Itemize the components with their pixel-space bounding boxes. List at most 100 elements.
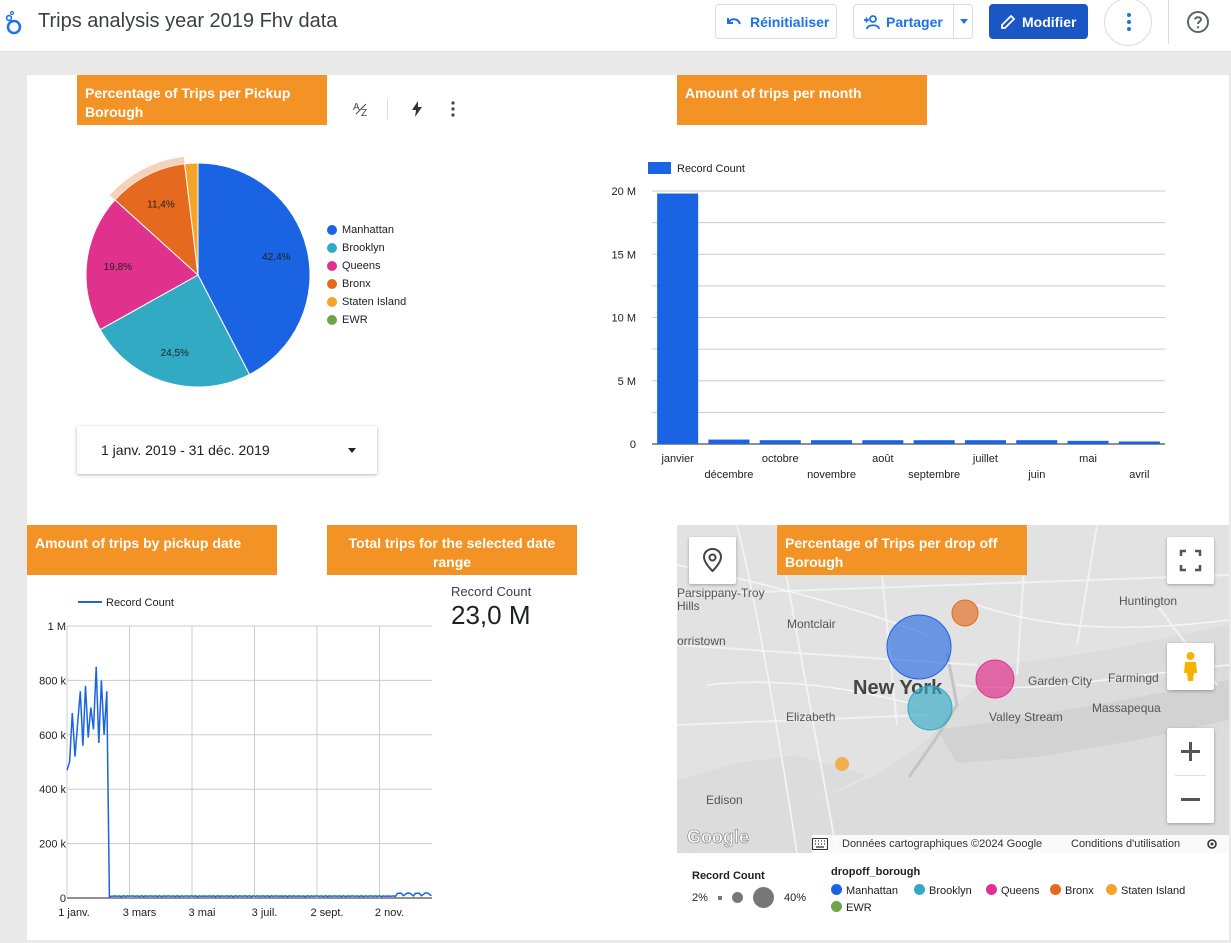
share-button-label: Partager bbox=[886, 13, 943, 30]
size-dot-large bbox=[753, 887, 774, 908]
map-terms-link[interactable]: Conditions d'utilisation bbox=[1071, 838, 1180, 850]
legend-label: EWR bbox=[846, 902, 872, 914]
legend-label: Queens bbox=[342, 260, 381, 272]
more-vert-icon bbox=[1127, 13, 1131, 31]
scorecard-title-text: Total trips for the selected date range bbox=[348, 535, 556, 570]
pie-label-manhattan: 42,4% bbox=[262, 252, 290, 263]
edit-button-label: Modifier bbox=[1022, 13, 1077, 30]
legend-label: Brooklyn bbox=[342, 242, 385, 254]
bar-x-tick: décembre bbox=[704, 469, 753, 481]
line-x-tick: 3 mars bbox=[123, 907, 157, 919]
line-x-tick: 2 sept. bbox=[310, 907, 343, 919]
legend-color-dot bbox=[986, 884, 997, 895]
legend-label: Staten Island bbox=[1121, 885, 1186, 897]
bar-juillet[interactable] bbox=[964, 440, 1006, 444]
line-x-tick: 1 janv. bbox=[58, 907, 90, 919]
legend-color-dot bbox=[914, 884, 925, 895]
pie-legend-item: EWR bbox=[327, 314, 427, 328]
bolt-icon[interactable] bbox=[407, 99, 427, 119]
edit-button[interactable]: Modifier bbox=[989, 4, 1088, 39]
fullscreen-icon bbox=[1179, 549, 1202, 572]
bar-octobre[interactable] bbox=[759, 440, 801, 444]
line-y-tick: 200 k bbox=[39, 839, 66, 851]
legend-label: Brooklyn bbox=[929, 885, 972, 897]
report-title: Trips analysis year 2019 Fhv data bbox=[38, 10, 338, 32]
reset-button[interactable]: Réinitialiser bbox=[715, 4, 837, 39]
chevron-down-icon bbox=[348, 448, 356, 453]
chart-more-vert-icon[interactable] bbox=[443, 99, 463, 119]
add-person-icon bbox=[864, 15, 880, 30]
map-color-legend-item: Manhattan bbox=[831, 884, 898, 897]
scorecard-label: Record Count bbox=[451, 584, 532, 599]
pie-legend-item: Staten Island bbox=[327, 296, 427, 310]
pie-label-queens: 19,8% bbox=[104, 262, 132, 273]
bar-x-tick: mai bbox=[1079, 453, 1097, 465]
dropoff-map-title: Percentage of Trips per drop off Borough bbox=[777, 525, 1027, 575]
bar-avril[interactable] bbox=[1118, 441, 1160, 444]
legend-label: Bronx bbox=[1065, 885, 1094, 897]
zoom-out-icon[interactable] bbox=[1167, 776, 1214, 823]
size-legend: Record Count 2% 40% bbox=[692, 870, 822, 910]
legend-label: EWR bbox=[342, 314, 368, 326]
keyboard-icon[interactable] bbox=[812, 838, 828, 850]
legend-color-dot bbox=[327, 315, 337, 325]
bubble-queens bbox=[975, 659, 1015, 699]
legend-color-dot bbox=[1106, 884, 1117, 895]
bar-mai[interactable] bbox=[1067, 440, 1109, 444]
legend-color-dot bbox=[327, 279, 337, 289]
map-color-legend-item: EWR bbox=[831, 901, 872, 914]
toolbar-divider bbox=[387, 99, 388, 119]
reset-button-label: Réinitialiser bbox=[750, 13, 830, 30]
monthly-bar-title: Amount of trips per month bbox=[677, 75, 927, 125]
bar-novembre[interactable] bbox=[811, 440, 853, 444]
date-range-picker[interactable]: 1 janv. 2019 - 31 déc. 2019 bbox=[77, 426, 377, 474]
bar-juin[interactable] bbox=[1016, 440, 1058, 444]
legend-color-dot bbox=[831, 884, 842, 895]
bar-legend-swatch bbox=[648, 162, 671, 174]
bubble-manhattan bbox=[886, 614, 952, 680]
dropoff-map-title-text: Percentage of Trips per drop off Borough bbox=[785, 535, 998, 570]
bar-y-tick: 20 M bbox=[612, 186, 636, 198]
scorecard-title: Total trips for the selected date range bbox=[327, 525, 577, 575]
pickup-pie-chart[interactable]: 42,4% 24,5% 19,8% 11,4% bbox=[80, 150, 320, 400]
share-button[interactable]: Partager bbox=[853, 4, 973, 39]
pickup-date-line-chart[interactable]: Record Count 0 200 k 400 k 600 k 800 k 1 M 1 ja… bbox=[27, 590, 447, 930]
bar-x-tick: janvier bbox=[660, 453, 694, 465]
fullscreen-button[interactable] bbox=[1167, 537, 1214, 584]
scorecard-value: 23,0 M bbox=[451, 600, 531, 630]
share-dropdown-icon[interactable] bbox=[960, 19, 968, 24]
color-legend-title: dropoff_borough bbox=[831, 866, 921, 878]
zoom-control bbox=[1167, 728, 1214, 823]
legend-label: Bronx bbox=[342, 278, 371, 290]
bar-x-tick: octobre bbox=[762, 453, 799, 465]
help-icon[interactable] bbox=[1186, 10, 1210, 34]
map-color-legend-item: Staten Island bbox=[1106, 884, 1185, 897]
street-view-pegman-button[interactable] bbox=[1167, 643, 1214, 690]
zoom-in-icon[interactable] bbox=[1167, 728, 1214, 775]
looker-studio-logo-icon[interactable] bbox=[4, 10, 24, 36]
line-x-tick: 3 juil. bbox=[252, 907, 278, 919]
undo-icon bbox=[727, 18, 741, 25]
monthly-bar-chart[interactable]: Record Count 0 5 M 10 M 15 M 20 M janvier décem… bbox=[600, 155, 1180, 485]
bar-y-tick: 15 M bbox=[612, 249, 636, 261]
bar-x-tick: novembre bbox=[807, 469, 856, 481]
location-pin-button[interactable] bbox=[689, 537, 736, 584]
settings-gear-icon[interactable] bbox=[1206, 838, 1218, 850]
bar-y-tick: 10 M bbox=[612, 313, 636, 325]
more-options-button[interactable] bbox=[1104, 0, 1152, 46]
bar-décembre[interactable] bbox=[708, 439, 750, 444]
pickup-pie-title-text: Percentage of Trips per Pickup Borough bbox=[85, 85, 291, 120]
line-series-record-count[interactable] bbox=[66, 666, 432, 898]
map-color-legend-item: Queens bbox=[986, 884, 1040, 897]
bar-janvier[interactable] bbox=[657, 193, 699, 444]
pie-legend-item: Queens bbox=[327, 260, 427, 274]
bar-septembre[interactable] bbox=[913, 440, 955, 444]
bubble-bronx bbox=[951, 599, 979, 627]
sort-az-icon[interactable]: A Z bbox=[352, 99, 372, 119]
bar-août[interactable] bbox=[862, 440, 904, 444]
line-x-tick: 2 nov. bbox=[375, 907, 404, 919]
legend-label: Queens bbox=[1001, 885, 1040, 897]
line-y-tick: 400 k bbox=[39, 784, 66, 796]
bar-x-tick: août bbox=[872, 453, 893, 465]
line-x-tick: 3 mai bbox=[189, 907, 216, 919]
